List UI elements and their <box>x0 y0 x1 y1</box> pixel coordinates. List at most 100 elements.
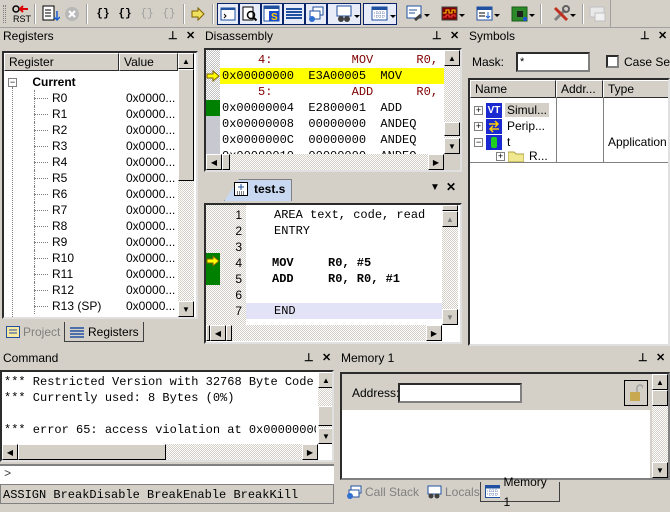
logic-analyzer-button[interactable] <box>435 3 465 25</box>
symbols-window-button[interactable]: S <box>261 3 283 25</box>
memory-vertical-scrollbar[interactable]: ▲ ▼ <box>652 374 668 478</box>
watch-windows-button[interactable] <box>327 3 361 25</box>
code-line[interactable]: AREA text, code, read <box>246 207 442 223</box>
register-row[interactable]: R7 0x0000... <box>4 202 176 218</box>
register-value[interactable]: 0x0000... <box>126 106 175 122</box>
column-header-name[interactable]: Name <box>470 80 556 98</box>
scroll-right-button[interactable]: ▶ <box>426 325 442 341</box>
register-value[interactable]: 0x0000... <box>126 170 175 186</box>
scroll-thumb[interactable] <box>178 69 194 181</box>
scroll-right-button[interactable]: ▶ <box>302 444 318 460</box>
collapse-icon[interactable]: − <box>8 78 17 88</box>
disassembly-horizontal-scrollbar[interactable]: ◀ ▶ <box>206 154 444 170</box>
register-row[interactable]: R1 0x0000... <box>4 106 176 122</box>
scroll-up-button[interactable]: ▲ <box>652 374 668 390</box>
scroll-up-button[interactable]: ▲ <box>444 50 460 66</box>
tree-group-current[interactable]: − Current <box>8 74 76 90</box>
tab-locals[interactable]: Locals <box>422 482 484 502</box>
memory-windows-button[interactable] <box>363 3 397 25</box>
scroll-left-button[interactable]: ◀ <box>2 444 18 460</box>
expand-icon[interactable]: + <box>496 151 505 161</box>
register-value[interactable]: 0x0000... <box>126 298 175 314</box>
symbol-row-peripherals[interactable]: + Perip... <box>474 118 547 134</box>
disassembly-source-line[interactable]: 4: MOV R0, #5 <box>220 52 460 68</box>
case-sensitive-checkbox[interactable] <box>606 55 619 68</box>
register-row[interactable]: R9 0x0000... <box>4 234 176 250</box>
toolbar-gripper[interactable] <box>3 5 6 23</box>
show-next-statement-button[interactable] <box>187 3 209 25</box>
scroll-up-button[interactable]: ▲ <box>442 211 458 227</box>
editor-vertical-scrollbar[interactable]: ▲ ▼ <box>442 205 458 325</box>
step-out-button[interactable]: {} <box>136 3 158 25</box>
registers-window-button[interactable] <box>283 3 305 25</box>
expand-icon[interactable]: + <box>474 121 483 131</box>
tab-list-dropdown-icon[interactable]: ▼ <box>430 182 440 193</box>
tab-call-stack[interactable]: Call Stack <box>342 482 423 502</box>
code-line[interactable]: MOV R0, #5 <box>246 255 442 271</box>
register-value[interactable]: 0x0000... <box>126 154 175 170</box>
pin-icon[interactable]: ⊥ <box>638 350 648 367</box>
register-value[interactable]: 0x0000... <box>126 218 175 234</box>
pin-icon[interactable]: ⊥ <box>640 28 650 45</box>
close-icon[interactable]: ✕ <box>186 28 195 45</box>
register-value[interactable]: 0x0000... <box>126 234 175 250</box>
step-over-button[interactable]: {} <box>114 3 136 25</box>
code-editor[interactable]: 1 AREA text, code, read 2 ENTRY 3 4 MOV R0, #5 5… <box>204 203 462 344</box>
pin-icon[interactable]: ⊥ <box>432 28 442 45</box>
trace-windows-button[interactable] <box>470 3 500 25</box>
run-to-cursor-button[interactable]: {} <box>158 3 180 25</box>
scroll-down-button[interactable]: ▼ <box>652 462 668 478</box>
tab-registers[interactable]: Registers <box>64 322 144 342</box>
register-row[interactable]: R11 0x0000... <box>4 266 176 282</box>
registers-vertical-scrollbar[interactable]: ▲ ▼ <box>178 53 194 317</box>
scroll-down-button[interactable]: ▼ <box>178 301 194 317</box>
command-input[interactable] <box>14 466 332 484</box>
register-value[interactable]: 0x0000... <box>126 282 175 298</box>
register-row[interactable]: R5 0x0000... <box>4 170 176 186</box>
pin-icon[interactable]: ⊥ <box>168 28 178 45</box>
disassembly-window-button[interactable] <box>239 3 261 25</box>
stop-button[interactable] <box>61 3 83 25</box>
register-row[interactable]: R8 0x0000... <box>4 218 176 234</box>
register-value[interactable]: 0x0000... <box>126 122 175 138</box>
scroll-thumb[interactable] <box>318 406 332 426</box>
disassembly-vertical-scrollbar[interactable]: ▲ ▼ <box>444 50 460 154</box>
register-value[interactable]: 0x0000... <box>126 90 175 106</box>
register-row[interactable]: R2 0x0000... <box>4 122 176 138</box>
column-header-type[interactable]: Type <box>603 80 668 98</box>
tab-memory-1[interactable]: Memory 1 <box>480 475 560 509</box>
disassembly-source-line[interactable]: 5: ADD R0, R0 <box>220 84 460 100</box>
close-icon[interactable]: ✕ <box>322 350 331 367</box>
scroll-thumb[interactable] <box>222 154 230 170</box>
column-header-address[interactable]: Addr... <box>556 80 603 98</box>
scroll-up-button[interactable]: ▲ <box>318 372 332 388</box>
register-row[interactable]: R12 0x0000... <box>4 282 176 298</box>
register-row[interactable]: R6 0x0000... <box>4 186 176 202</box>
register-row[interactable]: R3 0x0000... <box>4 138 176 154</box>
disassembly-instruction-row[interactable]: 0x00000004 E2800001 ADD <box>220 100 444 116</box>
code-line[interactable] <box>246 239 442 255</box>
scroll-left-button[interactable]: ◀ <box>206 154 222 170</box>
close-icon[interactable]: ✕ <box>446 180 456 194</box>
command-horizontal-scrollbar[interactable]: ◀ ▶ <box>2 444 318 460</box>
command-output[interactable]: *** Restricted Version with 32768 Byte C… <box>0 370 334 462</box>
mask-input[interactable] <box>516 52 590 72</box>
register-value[interactable]: 0x0000... <box>126 186 175 202</box>
code-line[interactable]: ADD R0, R0, #1 <box>246 271 442 287</box>
run-button[interactable] <box>40 3 62 25</box>
scroll-thumb[interactable] <box>226 325 232 341</box>
tab-test-s[interactable]: test.s <box>234 182 285 196</box>
register-value[interactable]: 0x0000... <box>126 266 175 282</box>
disassembly-instruction-row[interactable]: 0x00000008 00000000 ANDEQ <box>220 116 444 132</box>
toolbox-button[interactable] <box>545 3 577 25</box>
register-value[interactable]: 0x0000... <box>126 202 175 218</box>
step-into-button[interactable]: {} <box>92 3 114 25</box>
symbol-row-module[interactable]: + R... <box>496 148 550 164</box>
serial-windows-button[interactable] <box>400 3 430 25</box>
collapse-icon[interactable]: − <box>474 137 483 147</box>
scroll-left-button[interactable]: ◀ <box>210 325 226 341</box>
tab-project[interactable]: Project <box>2 322 64 342</box>
expand-icon[interactable]: + <box>474 105 483 115</box>
disassembly-instruction-row[interactable]: 0x0000000C 00000000 ANDEQ <box>220 132 444 148</box>
scroll-right-button[interactable]: ▶ <box>428 154 444 170</box>
